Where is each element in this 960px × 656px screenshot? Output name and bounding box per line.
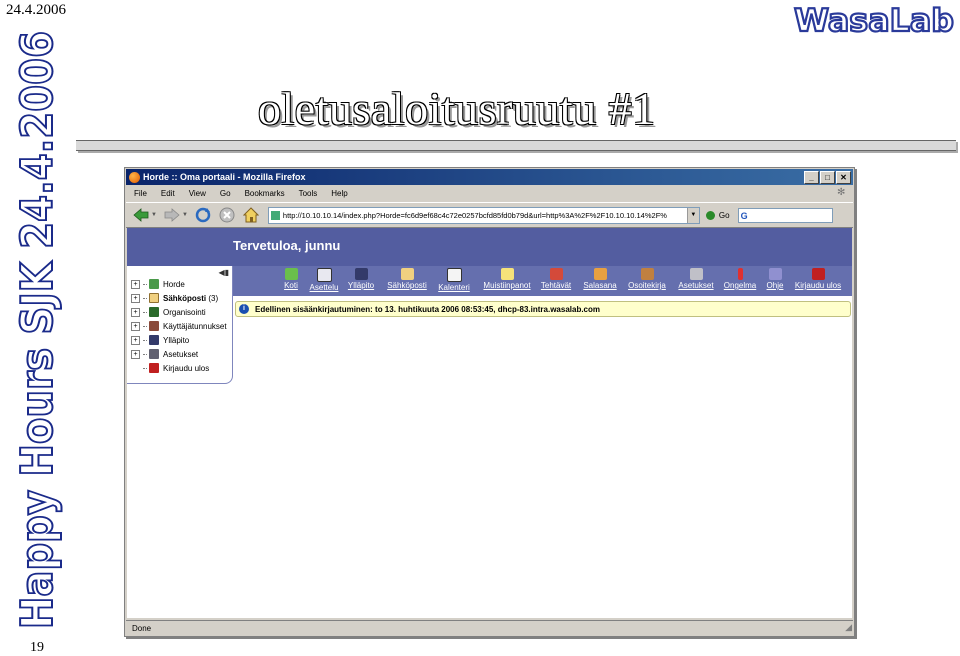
- menu-help[interactable]: Help: [323, 189, 353, 198]
- stop-icon: [219, 207, 235, 223]
- back-dropdown-icon[interactable]: ▼: [151, 212, 157, 218]
- tool-kalenteri[interactable]: Kalenteri: [428, 268, 480, 292]
- info-icon: i: [239, 304, 249, 314]
- sidebar-item-asetukset[interactable]: + Asetukset: [131, 347, 198, 361]
- window-titlebar[interactable]: Horde :: Oma portaali - Mozilla Firefox …: [126, 169, 853, 185]
- admin-people-icon: [149, 335, 159, 345]
- resize-grip-icon[interactable]: ◢: [845, 620, 852, 635]
- go-icon: [705, 210, 715, 220]
- forward-dropdown-icon[interactable]: ▼: [182, 212, 188, 218]
- unread-count: (3): [208, 293, 219, 303]
- horde-icon: [149, 279, 159, 289]
- lock-icon: [593, 268, 607, 280]
- reload-icon: [195, 207, 211, 223]
- address-book-icon: [640, 268, 654, 280]
- logout-door-icon: [811, 268, 825, 280]
- home-button[interactable]: [242, 206, 260, 224]
- sidebar-item-organisointi[interactable]: + Organisointi: [131, 305, 206, 319]
- title-underline: [76, 140, 956, 151]
- maximize-button[interactable]: □: [820, 171, 835, 184]
- go-label: Go: [718, 210, 730, 220]
- wasalab-logo: WasaLab: [790, 0, 958, 40]
- throbber-icon: ✻: [837, 187, 846, 198]
- side-banner-text: Happy Hours SJK 24.4.2006: [12, 31, 63, 629]
- logout-door-icon: [149, 363, 159, 373]
- home-icon: [284, 268, 298, 280]
- slide-title: oletusaloitusruutu #1: [258, 83, 656, 134]
- expand-icon[interactable]: +: [131, 307, 140, 317]
- firefox-icon: [129, 171, 140, 183]
- notepad-icon: [500, 268, 514, 280]
- menu-bookmarks[interactable]: Bookmarks: [237, 189, 291, 198]
- menu-tools[interactable]: Tools: [291, 189, 324, 198]
- expand-icon[interactable]: +: [131, 335, 140, 345]
- go-button[interactable]: Go: [705, 210, 730, 220]
- site-favicon-icon: [270, 210, 280, 220]
- window-controls: _ □ ✕: [804, 171, 851, 184]
- sidebar-item-kirjaudu-ulos[interactable]: Kirjaudu ulos: [131, 361, 209, 375]
- menu-view[interactable]: View: [181, 189, 212, 198]
- calendar-icon: [446, 268, 462, 282]
- expand-icon[interactable]: +: [131, 293, 140, 303]
- navigation-toolbar: ▼ ▼ http://10.10.10.14/index.php?Horde=f…: [126, 202, 853, 228]
- sidebar-toggle-icon[interactable]: ◀▮: [218, 268, 229, 277]
- horde-toolbar: Koti Asettelu Ylläpito Sähköposti Kalent…: [127, 266, 852, 296]
- tools-icon: [689, 268, 703, 280]
- browser-window: Horde :: Oma portaali - Mozilla Firefox …: [124, 167, 855, 637]
- tool-salasana[interactable]: Salasana: [574, 268, 626, 290]
- tool-yllapito[interactable]: Ylläpito: [335, 268, 387, 290]
- welcome-text: Tervetuloa, junnu: [233, 238, 341, 253]
- status-bar: Done ◢: [126, 620, 853, 635]
- expand-icon[interactable]: +: [131, 349, 140, 359]
- tool-osoitekirja[interactable]: Osoitekirja: [621, 268, 673, 290]
- sidebar-menu: ◀▮ + Horde + Sähköposti (3) + Organisoin…: [127, 266, 233, 384]
- slide-date: 24.4.2006: [6, 2, 66, 18]
- user-accounts-icon: [149, 321, 159, 331]
- notice-text: Edellinen sisäänkirjautuminen: to 13. hu…: [255, 304, 600, 314]
- layout-grid-icon: [316, 268, 332, 282]
- tasks-icon: [549, 268, 563, 280]
- menu-bar: File Edit View Go Bookmarks Tools Help ✻: [126, 186, 853, 201]
- exclamation-icon: [737, 268, 743, 280]
- menu-go[interactable]: Go: [212, 189, 237, 198]
- reload-button[interactable]: [194, 206, 212, 224]
- envelope-icon: [149, 293, 159, 303]
- slide-number: 19: [30, 640, 44, 655]
- logo-text: WasaLab: [794, 3, 954, 39]
- back-button[interactable]: [132, 206, 150, 224]
- sidebar-item-horde[interactable]: + Horde: [131, 277, 185, 291]
- page-content: Tervetuloa, junnu Koti Asettelu Ylläpito…: [127, 228, 852, 618]
- envelope-icon: [400, 268, 414, 280]
- forward-button[interactable]: [163, 206, 181, 224]
- admin-people-icon: [354, 268, 368, 280]
- tools-icon: [149, 349, 159, 359]
- horde-header: Tervetuloa, junnu: [127, 228, 852, 266]
- home-icon: [242, 207, 259, 223]
- status-text: Done: [132, 624, 152, 633]
- menu-edit[interactable]: Edit: [153, 189, 181, 198]
- sidebar-item-kayttajatunnukset[interactable]: + Käyttäjätunnukset: [131, 319, 227, 333]
- menu-file[interactable]: File: [126, 189, 153, 198]
- expand-icon[interactable]: +: [131, 321, 140, 331]
- window-title: Horde :: Oma portaali - Mozilla Firefox: [143, 172, 306, 182]
- tool-muistiinpanot[interactable]: Muistiinpanot: [481, 268, 533, 290]
- url-dropdown-icon[interactable]: ▼: [686, 207, 699, 223]
- help-icon: [768, 268, 782, 280]
- search-input[interactable]: G: [737, 207, 833, 223]
- last-login-notice: i Edellinen sisäänkirjautuminen: to 13. …: [235, 301, 851, 317]
- stop-button[interactable]: [218, 206, 236, 224]
- tool-sahkoposti[interactable]: Sähköposti: [381, 268, 433, 290]
- organizer-icon: [149, 307, 159, 317]
- sidebar-item-sahkoposti[interactable]: + Sähköposti (3): [131, 291, 218, 305]
- forward-arrow-icon: [164, 208, 180, 222]
- tool-kirjaudu-ulos[interactable]: Kirjaudu ulos: [792, 268, 844, 290]
- address-bar[interactable]: http://10.10.10.14/index.php?Horde=fc6d9…: [267, 206, 700, 224]
- back-arrow-icon: [133, 208, 149, 222]
- minimize-button[interactable]: _: [804, 171, 819, 184]
- url-text: http://10.10.10.14/index.php?Horde=fc6d9…: [282, 210, 667, 220]
- expand-icon[interactable]: +: [131, 279, 140, 289]
- sidebar-item-yllapito[interactable]: + Ylläpito: [131, 333, 189, 347]
- side-banner: Happy Hours SJK 24.4.2006: [0, 22, 74, 637]
- close-button[interactable]: ✕: [836, 171, 851, 184]
